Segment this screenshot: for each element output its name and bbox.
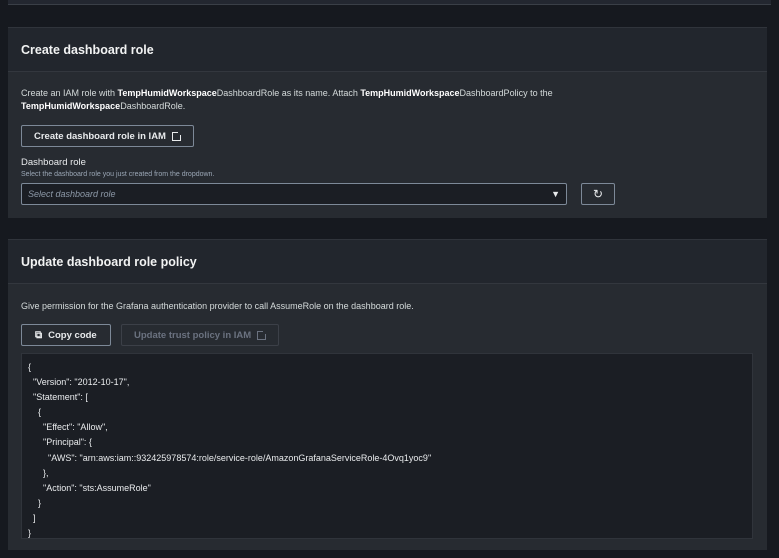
dashboard-role-select[interactable]: Select dashboard role ▼	[21, 183, 567, 205]
text: Create an IAM role with	[21, 88, 118, 98]
caret-down-icon: ▼	[551, 189, 560, 199]
text: TempHumidWorkspace	[360, 88, 460, 98]
field-label: Dashboard role	[21, 157, 86, 168]
text: TempHumidWorkspace	[117, 88, 217, 98]
description: Create an IAM role with TempHumidWorkspa…	[21, 87, 587, 113]
update-dashboard-role-policy-panel: Update dashboard role policy Give permis…	[8, 239, 767, 550]
panel-title: Update dashboard role policy	[8, 240, 767, 284]
update-trust-policy-button[interactable]: Update trust policy in IAM	[121, 324, 280, 346]
create-role-in-iam-button[interactable]: Create dashboard role in IAM	[21, 125, 194, 147]
field-hint: Select the dashboard role you just creat…	[21, 171, 215, 178]
refresh-icon: ↻	[592, 187, 604, 201]
button-label: Update trust policy in IAM	[134, 329, 252, 341]
select-placeholder: Select dashboard role	[28, 189, 116, 199]
policy-code-textarea[interactable]: { "Version": "2012-10-17", "Statement": …	[21, 353, 753, 539]
text: DashboardRole.	[120, 101, 186, 111]
text: DashboardRole as its name. Attach	[216, 88, 361, 98]
refresh-button[interactable]: ↻	[581, 183, 615, 205]
external-link-icon	[257, 329, 268, 340]
create-dashboard-role-panel: Create dashboard role Create an IAM role…	[8, 27, 767, 218]
previous-panel-edge	[8, 0, 771, 5]
button-label: Create dashboard role in IAM	[34, 130, 166, 142]
text: TempHumidWorkspace	[21, 101, 121, 111]
button-label: Copy code	[48, 329, 97, 341]
panel-title: Create dashboard role	[8, 28, 767, 72]
description: Give permission for the Grafana authenti…	[21, 301, 414, 311]
external-link-icon	[171, 130, 182, 141]
copy-icon: ⧉	[35, 329, 43, 341]
text: DashboardPolicy to the	[459, 88, 553, 98]
copy-code-button[interactable]: ⧉ Copy code	[21, 324, 111, 346]
